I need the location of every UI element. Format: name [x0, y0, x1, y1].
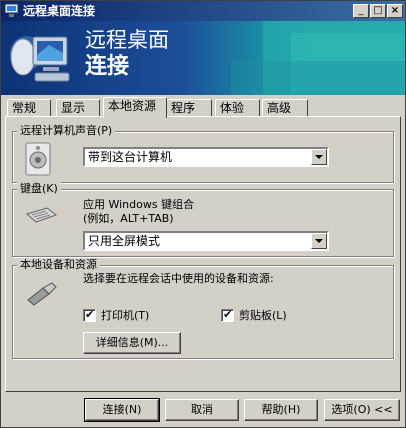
computer-icon	[10, 36, 70, 82]
sound-group-label: 远程计算机声音(P)	[17, 124, 116, 138]
sound-group: 远程计算机声音(P) 带到这台计算机	[12, 124, 394, 183]
keyboard-select[interactable]: 只用全屏模式	[83, 231, 329, 251]
remote-desktop-window: 远程桌面连接 _ □ × 远程桌面 连接 常规 显示 本地资源 程序 体验 高级…	[0, 0, 406, 428]
keyboard-group-label: 键盘(K)	[17, 182, 61, 196]
keyboard-icon	[25, 207, 57, 223]
options-button[interactable]: 选项(O) <<	[324, 399, 400, 421]
window-title: 远程桌面连接	[23, 4, 96, 18]
banner: 远程桌面 连接	[1, 21, 405, 95]
keyboard-description-2: (例如，ALT+TAB)	[83, 212, 174, 225]
keyboard-group: 键盘(K) 应用 Windows 键组合 (例如，ALT+TAB) 只用全屏模式	[12, 182, 394, 257]
sound-select-value: 带到这台计算机	[88, 150, 173, 164]
clipboard-label[interactable]: 剪贴板(L)	[239, 309, 287, 323]
details-button[interactable]: 详细信息(M)...	[83, 332, 181, 354]
chevron-down-icon[interactable]	[311, 149, 327, 165]
clipboard-checkbox[interactable]	[221, 308, 234, 322]
local-resources-panel: 远程计算机声音(P) 带到这台计算机 键盘(K) 应用 Windows 键组合 …	[5, 116, 401, 392]
maximize-button[interactable]: □	[370, 4, 386, 18]
tab-display[interactable]: 显示	[56, 99, 100, 116]
printers-checkbox[interactable]	[83, 308, 96, 322]
usb-device-icon	[27, 282, 57, 306]
tab-general[interactable]: 常规	[7, 99, 51, 116]
banner-title-line1: 远程桌面	[85, 28, 169, 52]
chevron-down-icon[interactable]	[311, 233, 327, 249]
title-bar[interactable]: 远程桌面连接 _ □ ×	[1, 1, 405, 21]
connect-button[interactable]: 连接(N)	[84, 398, 160, 422]
cancel-button[interactable]: 取消	[165, 399, 239, 421]
devices-group: 本地设备和资源 选择要在远程会话中使用的设备和资源: 打印机(T) 剪贴板(L)…	[12, 258, 394, 359]
banner-title-line2: 连接	[85, 54, 130, 79]
devices-description: 选择要在远程会话中使用的设备和资源:	[83, 272, 274, 285]
help-button[interactable]: 帮助(H)	[244, 399, 318, 421]
minimize-button[interactable]: _	[353, 4, 369, 18]
tab-programs[interactable]: 程序	[166, 99, 212, 116]
sound-select[interactable]: 带到这台计算机	[83, 147, 329, 167]
tab-advanced[interactable]: 高级	[262, 99, 308, 116]
close-button[interactable]: ×	[387, 4, 403, 18]
remote-desktop-icon	[4, 3, 19, 17]
keyboard-select-value: 只用全屏模式	[88, 234, 161, 248]
keyboard-description-1: 应用 Windows 键组合	[83, 198, 195, 211]
devices-group-label: 本地设备和资源	[17, 258, 100, 272]
speaker-icon	[25, 142, 51, 176]
tab-experience[interactable]: 体验	[215, 99, 260, 116]
tab-local-resources[interactable]: 本地资源	[103, 97, 167, 118]
printers-label[interactable]: 打印机(T)	[101, 309, 149, 323]
